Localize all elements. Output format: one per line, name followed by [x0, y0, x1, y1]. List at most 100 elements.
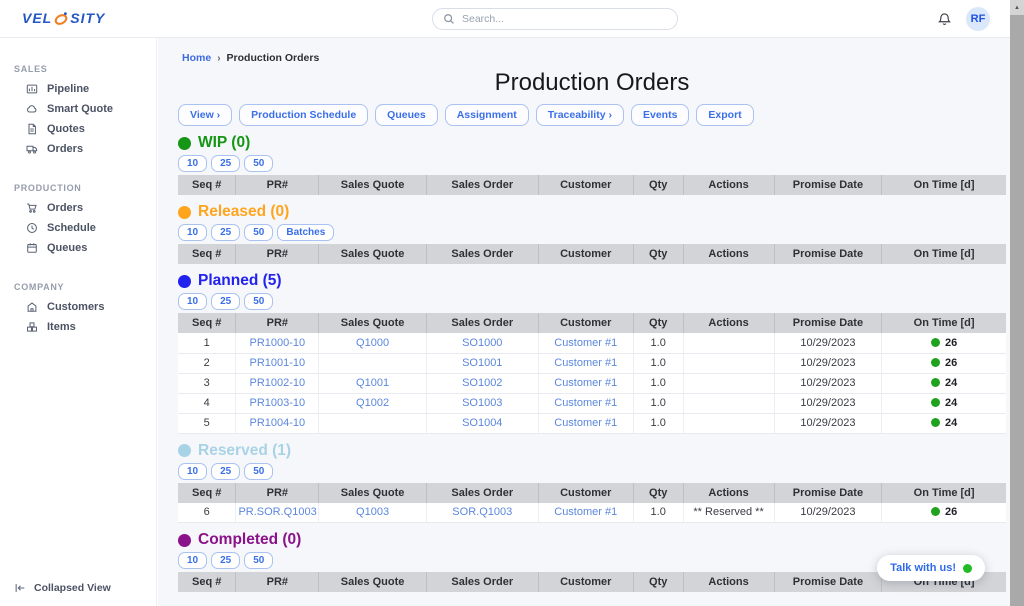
- sidebar-item-quotes[interactable]: Quotes: [0, 119, 156, 139]
- page-size-controls: 10 25 50 Batches: [178, 224, 1006, 241]
- ontime-status-dot: [931, 398, 940, 407]
- events-button[interactable]: Events: [631, 104, 689, 126]
- column-header: Promise Date: [774, 572, 882, 592]
- quote-cell: Q1003: [319, 503, 427, 523]
- global-search[interactable]: [432, 8, 678, 30]
- velosity-logo[interactable]: VEL SITY: [22, 10, 105, 26]
- pr-link[interactable]: PR1004-10: [250, 417, 306, 429]
- quote-cell: Q1002: [319, 393, 427, 413]
- column-header: Actions: [683, 483, 774, 503]
- chat-online-dot: [963, 564, 972, 573]
- traceability-button[interactable]: Traceability ›: [536, 104, 624, 126]
- batches-button[interactable]: Batches: [277, 224, 334, 241]
- page-size-controls: 10 25 50: [178, 155, 1006, 172]
- quote-link[interactable]: Q1003: [356, 506, 389, 518]
- chat-widget-button[interactable]: Talk with us!: [877, 555, 985, 581]
- sidebar-item-schedule[interactable]: Schedule: [0, 218, 156, 238]
- section-heading: WIP (0): [178, 134, 1006, 152]
- pr-link[interactable]: PR1002-10: [250, 377, 306, 389]
- seq-cell: 4: [178, 393, 236, 413]
- so-link[interactable]: SO1000: [462, 337, 502, 349]
- page-size-50-button[interactable]: 50: [244, 155, 273, 172]
- column-header: Customer: [538, 313, 633, 333]
- page-size-25-button[interactable]: 25: [211, 463, 240, 480]
- quote-link[interactable]: Q1002: [356, 397, 389, 409]
- customer-link[interactable]: Customer #1: [554, 417, 617, 429]
- search-input[interactable]: [462, 13, 667, 25]
- table-row: 2PR1001-10SO1001Customer #11.010/29/2023…: [178, 353, 1006, 373]
- collapse-sidebar-button[interactable]: Collapsed View: [14, 582, 111, 594]
- breadcrumb-home-link[interactable]: Home: [182, 52, 211, 64]
- customer-link[interactable]: Customer #1: [554, 397, 617, 409]
- pr-link[interactable]: PR1003-10: [250, 397, 306, 409]
- quote-link[interactable]: Q1000: [356, 337, 389, 349]
- page-size-10-button[interactable]: 10: [178, 293, 207, 310]
- production-schedule-button[interactable]: Production Schedule: [239, 104, 368, 126]
- calendar-icon: [26, 242, 38, 254]
- column-header: Sales Quote: [319, 483, 427, 503]
- sidebar-item-label: Quotes: [47, 123, 85, 135]
- column-header: PR#: [236, 313, 319, 333]
- page-size-10-button[interactable]: 10: [178, 224, 207, 241]
- sidebar-item-production-orders[interactable]: Orders: [0, 198, 156, 218]
- pr-link[interactable]: PR.SOR.Q1003: [238, 506, 316, 518]
- column-header: Promise Date: [774, 313, 882, 333]
- sidebar-item-sales-orders[interactable]: Orders: [0, 139, 156, 159]
- page-size-10-button[interactable]: 10: [178, 552, 207, 569]
- promise-cell: 10/29/2023: [774, 353, 882, 373]
- column-header: PR#: [236, 572, 319, 592]
- column-header: Sales Quote: [319, 572, 427, 592]
- customer-link[interactable]: Customer #1: [554, 506, 617, 518]
- logo-text-pre: VEL: [22, 10, 52, 26]
- customer-link[interactable]: Customer #1: [554, 337, 617, 349]
- so-link[interactable]: SO1002: [462, 377, 502, 389]
- bell-icon[interactable]: [937, 12, 952, 27]
- page-size-10-button[interactable]: 10: [178, 155, 207, 172]
- sidebar-item-smart-quote[interactable]: Smart Quote: [0, 99, 156, 119]
- page-size-25-button[interactable]: 25: [211, 552, 240, 569]
- sidebar-item-items[interactable]: Items: [0, 317, 156, 337]
- page-size-25-button[interactable]: 25: [211, 293, 240, 310]
- page-size-25-button[interactable]: 25: [211, 224, 240, 241]
- pr-link[interactable]: PR1001-10: [250, 357, 306, 369]
- sidebar-item-pipeline[interactable]: Pipeline: [0, 79, 156, 99]
- sidebar-item-queues[interactable]: Queues: [0, 238, 156, 258]
- page-size-10-button[interactable]: 10: [178, 463, 207, 480]
- queues-button[interactable]: Queues: [375, 104, 438, 126]
- so-link[interactable]: SO1001: [462, 357, 502, 369]
- so-link[interactable]: SOR.Q1003: [452, 506, 512, 518]
- sidebar-item-customers[interactable]: Customers: [0, 297, 156, 317]
- quote-document-icon: [26, 123, 38, 135]
- column-header: Qty: [633, 313, 683, 333]
- ontime-status-dot: [931, 418, 940, 427]
- pr-cell: PR1002-10: [236, 373, 319, 393]
- column-header: Actions: [683, 313, 774, 333]
- customer-link[interactable]: Customer #1: [554, 377, 617, 389]
- page-size-50-button[interactable]: 50: [244, 463, 273, 480]
- page-size-25-button[interactable]: 25: [211, 155, 240, 172]
- quote-link[interactable]: Q1001: [356, 377, 389, 389]
- so-cell: SO1000: [426, 333, 538, 353]
- so-link[interactable]: SO1003: [462, 397, 502, 409]
- page-size-50-button[interactable]: 50: [244, 224, 273, 241]
- pr-cell: PR1001-10: [236, 353, 319, 373]
- user-avatar[interactable]: RF: [966, 7, 990, 31]
- page-size-50-button[interactable]: 50: [244, 293, 273, 310]
- table-row: 6PR.SOR.Q1003Q1003SOR.Q1003Customer #11.…: [178, 503, 1006, 523]
- collapse-label: Collapsed View: [34, 582, 111, 594]
- status-dot: [178, 444, 191, 457]
- assignment-button[interactable]: Assignment: [445, 104, 529, 126]
- vertical-scrollbar[interactable]: ▲: [1010, 0, 1024, 606]
- page-size-50-button[interactable]: 50: [244, 552, 273, 569]
- export-button[interactable]: Export: [696, 104, 753, 126]
- column-header: PR#: [236, 483, 319, 503]
- customer-cell: Customer #1: [538, 373, 633, 393]
- view-button[interactable]: View ›: [178, 104, 232, 126]
- quote-cell: Q1000: [319, 333, 427, 353]
- so-link[interactable]: SO1004: [462, 417, 502, 429]
- sidebar-item-label: Queues: [47, 242, 87, 254]
- customer-link[interactable]: Customer #1: [554, 357, 617, 369]
- pr-link[interactable]: PR1000-10: [250, 337, 306, 349]
- scroll-up-arrow-icon[interactable]: ▲: [1010, 0, 1024, 15]
- column-header: On Time [d]: [882, 244, 1006, 264]
